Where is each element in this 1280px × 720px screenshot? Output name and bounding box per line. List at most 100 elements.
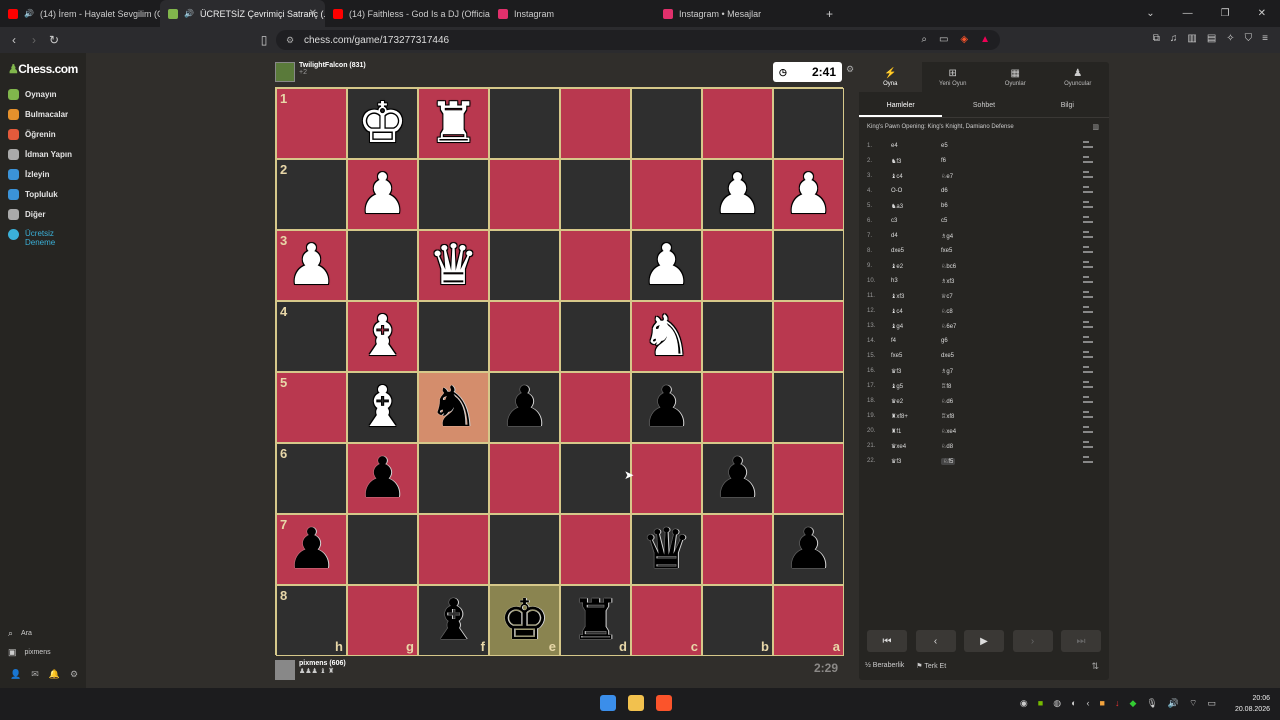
black-move[interactable]: ♕c7	[941, 293, 953, 300]
board-square[interactable]: b	[702, 585, 773, 656]
black-move[interactable]: b6	[941, 203, 948, 209]
white-move[interactable]: ♛e2	[891, 398, 903, 405]
white-pawn-icon[interactable]: ♟	[641, 237, 691, 294]
zoom-icon[interactable]: ⌕	[921, 34, 927, 45]
black-pawn-icon[interactable]: ♟	[499, 379, 549, 436]
white-move[interactable]: f4	[891, 338, 896, 344]
board-square[interactable]: ♟	[347, 159, 418, 230]
first-move-button[interactable]: ⏮	[867, 630, 907, 652]
tray-mic-icon[interactable]: 🎙	[1146, 698, 1157, 709]
board-square[interactable]	[347, 230, 418, 301]
board-square[interactable]: ♛	[418, 230, 489, 301]
bottom-player-avatar[interactable]	[275, 660, 295, 680]
browser-tab[interactable]: Instagram	[490, 0, 655, 27]
board-square[interactable]: 4	[276, 301, 347, 372]
white-pawn-icon[interactable]: ♟	[712, 166, 762, 223]
browser-tab[interactable]: Instagram • Mesajlar	[655, 0, 820, 27]
board-square[interactable]: ♟	[631, 230, 702, 301]
black-pawn-icon[interactable]: ♟	[641, 379, 691, 436]
board-square[interactable]	[631, 443, 702, 514]
tray-discord-icon[interactable]: ◐	[1071, 698, 1076, 709]
windows-start-icon[interactable]	[600, 695, 616, 711]
sidebar-item[interactable]: İdman Yapın	[8, 149, 72, 160]
panel-tab[interactable]: ⊞ Yeni Oyun	[922, 62, 985, 92]
board-square[interactable]: e ♚	[489, 585, 560, 656]
black-pawn-icon[interactable]: ♟	[712, 450, 762, 507]
draw-button[interactable]: ½ Beraberlik	[865, 662, 904, 670]
maximize-icon[interactable]: ❐	[1221, 8, 1230, 19]
settings-icon[interactable]: ⚙	[70, 669, 78, 680]
board-square[interactable]: ♞	[418, 372, 489, 443]
browser-tab[interactable]: 🔊 ÜCRETSİZ Çevrimiçi Satranç (... ✕	[160, 0, 325, 27]
black-move[interactable]: ♘f5	[941, 458, 956, 465]
music-icon[interactable]: ♫	[1170, 33, 1178, 44]
board-square[interactable]: 6	[276, 443, 347, 514]
tab-list-icon[interactable]: ⌄	[1146, 8, 1154, 19]
black-king-icon[interactable]: ♚	[499, 592, 549, 649]
black-move[interactable]: dxe5	[941, 353, 954, 359]
board-square[interactable]: ♚	[347, 88, 418, 159]
white-rook-icon[interactable]: ♜	[428, 95, 478, 152]
black-pawn-icon[interactable]: ♟	[783, 521, 833, 578]
board-square[interactable]: 3 ♟	[276, 230, 347, 301]
board-square[interactable]	[702, 88, 773, 159]
rewards-icon[interactable]: ▲	[980, 34, 990, 45]
black-move[interactable]: ♘d8	[941, 443, 953, 450]
panel-tab[interactable]: ⚡ Oyna	[859, 62, 922, 92]
white-move[interactable]: ♛f3	[891, 368, 901, 375]
tray-chevron-icon[interactable]: ‹	[1087, 698, 1090, 709]
address-bar[interactable]: ⚙ chess.com/game/173277317446 ⌕ ▭ ◈ ▲	[276, 30, 1000, 50]
board-square[interactable]	[418, 514, 489, 585]
white-move[interactable]: dxe5	[891, 248, 904, 254]
white-king-icon[interactable]: ♚	[357, 95, 407, 152]
board-square[interactable]: g	[347, 585, 418, 656]
board-square[interactable]: 5	[276, 372, 347, 443]
notifications-icon[interactable]: 🔔	[49, 669, 60, 680]
tab-close-icon[interactable]: ✕	[309, 8, 317, 19]
board-settings-icon[interactable]: ⚙	[846, 64, 854, 75]
white-knight-icon[interactable]: ♞	[641, 308, 691, 365]
board-square[interactable]: ♛	[631, 514, 702, 585]
white-move[interactable]: ♛f3	[891, 458, 901, 465]
leo-icon[interactable]: ✧	[1226, 33, 1234, 44]
black-move[interactable]: ♘xe4	[941, 428, 956, 435]
board-square[interactable]: ♟	[631, 372, 702, 443]
white-pawn-icon[interactable]: ♟	[783, 166, 833, 223]
board-square[interactable]: ♟	[702, 443, 773, 514]
board-square[interactable]	[702, 372, 773, 443]
board-square[interactable]: ♟	[773, 514, 844, 585]
black-queen-icon[interactable]: ♛	[641, 521, 691, 578]
board-square[interactable]	[489, 443, 560, 514]
board-square[interactable]	[560, 88, 631, 159]
white-move[interactable]: c3	[891, 218, 897, 224]
white-move[interactable]: ♜xf8+	[891, 413, 908, 420]
white-move[interactable]: ♝c4	[891, 173, 903, 180]
tray-speaker-icon[interactable]: 🔊	[1168, 698, 1179, 709]
board-square[interactable]: ♝	[347, 372, 418, 443]
board-square[interactable]	[631, 88, 702, 159]
board-square[interactable]	[347, 514, 418, 585]
black-move[interactable]: e5	[941, 143, 948, 149]
tray-steam-icon[interactable]: ◍	[1053, 698, 1061, 709]
board-square[interactable]	[773, 230, 844, 301]
tray-folder-icon[interactable]: ■	[1100, 698, 1105, 709]
brave-shield-icon[interactable]: ◈	[960, 34, 968, 45]
board-square[interactable]	[560, 159, 631, 230]
panel-subtab[interactable]: Bilgi	[1026, 94, 1109, 117]
board-square[interactable]: ♞	[631, 301, 702, 372]
board-square[interactable]	[418, 301, 489, 372]
sidebar-item[interactable]: Öğrenin	[8, 129, 56, 140]
panel-subtab[interactable]: Hamleler	[859, 94, 943, 117]
black-move[interactable]: ♘6e7	[941, 323, 956, 330]
white-move[interactable]: ♝g5	[891, 383, 903, 390]
black-move[interactable]: ♖xf8	[941, 413, 954, 420]
white-queen-icon[interactable]: ♛	[428, 237, 478, 294]
white-move[interactable]: ♝c4	[891, 308, 903, 315]
next-move-button[interactable]: ›	[1012, 630, 1053, 652]
board-square[interactable]	[773, 443, 844, 514]
new-tab-button[interactable]: +	[826, 7, 833, 21]
site-info-icon[interactable]: ⚙	[286, 35, 294, 46]
white-pawn-icon[interactable]: ♟	[357, 166, 407, 223]
white-move[interactable]: e4	[891, 143, 898, 149]
white-move[interactable]: h3	[891, 278, 898, 284]
